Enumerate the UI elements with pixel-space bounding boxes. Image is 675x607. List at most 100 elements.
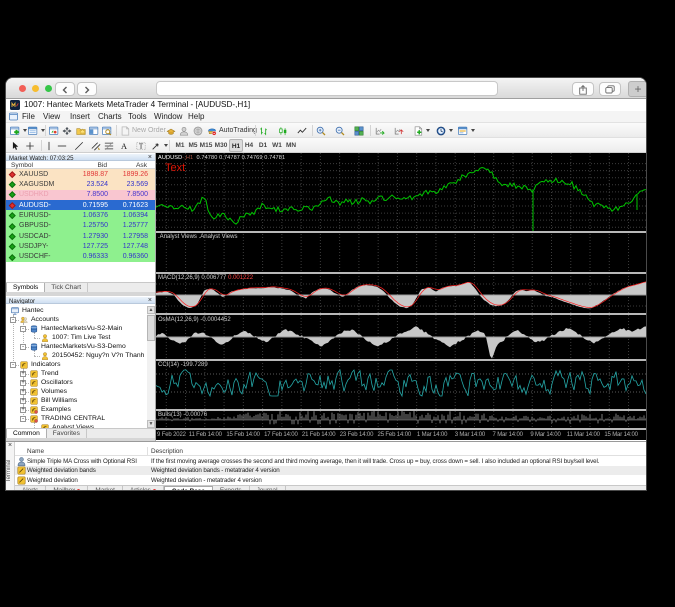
market-watch-row-usdchf[interactable]: USDCHF-0.963330.96360 (6, 252, 155, 262)
collapse-icon[interactable]: - (10, 317, 16, 323)
trendline-button[interactable] (74, 139, 84, 152)
shapes-button[interactable] (151, 139, 168, 152)
terminal-tab-experts[interactable]: Experts (213, 486, 250, 490)
bar-chart-button[interactable] (259, 124, 269, 137)
mac-titlebar[interactable]: + (6, 78, 646, 99)
tree-item-indicators[interactable]: -Indicators (6, 360, 147, 369)
tree-item-hantecmarketsvu-s2-main[interactable]: -HantecMarketsVu-S2-Main (6, 324, 147, 333)
codebase-row[interactable]: Weighted deviationWeighted deviation - m… (15, 475, 646, 485)
navigator-button[interactable] (76, 124, 86, 137)
navigator-close-icon[interactable]: × (148, 297, 152, 304)
menu-tools[interactable]: Tools (128, 112, 147, 121)
address-bar[interactable] (156, 81, 498, 96)
expand-icon[interactable]: + (20, 398, 26, 404)
terminal-button[interactable] (89, 124, 99, 137)
navigator-tab-common[interactable]: Common (6, 429, 47, 438)
tree-item-oscillators[interactable]: +Oscillators (6, 378, 147, 387)
tree-item-hantecmarketsvu-s3-demo[interactable]: -HantecMarketsVu-S3-Demo (6, 342, 147, 351)
terminal-close-icon[interactable]: × (8, 442, 12, 449)
menu-window[interactable]: Window (154, 112, 182, 121)
mql-editor-button[interactable] (166, 124, 176, 137)
tree-item-accounts[interactable]: -Accounts (6, 315, 147, 324)
tree-item-bill-williams[interactable]: +Bill Williams (6, 396, 147, 405)
chart-area[interactable]: AUDUSD-,H1 0.74780 0.74787 0.74769 0.747… (156, 153, 646, 440)
zoom-in-button[interactable] (316, 124, 326, 137)
terminal-tab-alerts[interactable]: Alerts (15, 486, 46, 490)
menu-view[interactable]: View (43, 112, 60, 121)
market-watch-row-usdcad[interactable]: USDCAD-1.279301.27958 (6, 231, 155, 241)
terminal-tab-market[interactable]: Market (88, 486, 123, 490)
templates-button[interactable] (458, 124, 475, 137)
menu-insert[interactable]: Insert (70, 112, 90, 121)
data-window-button[interactable] (62, 124, 72, 137)
market-watch-row-xagusdm[interactable]: XAGUSDM23.52423.569 (6, 179, 155, 189)
zoom-window-button[interactable] (45, 85, 52, 92)
share-button[interactable] (572, 82, 594, 96)
cursor-button[interactable] (10, 139, 20, 152)
text-button[interactable]: A (119, 139, 129, 152)
label-button[interactable]: T (136, 139, 146, 152)
tree-item-volumes[interactable]: +Volumes (6, 387, 147, 396)
indicators-button[interactable] (413, 124, 430, 137)
timeframe-h4-button[interactable]: H4 (242, 139, 256, 152)
navigator-tab-favorites[interactable]: Favorites (47, 429, 87, 438)
strategy-tester-button[interactable] (102, 124, 112, 137)
collapse-icon[interactable]: - (20, 326, 26, 332)
codebase-row[interactable]: Simple Triple MA Cross with Optional RSI… (15, 456, 646, 466)
scrollbar-thumb[interactable] (147, 315, 155, 341)
new-tab-button[interactable]: + (628, 81, 646, 97)
tree-item-trend[interactable]: +Trend (6, 369, 147, 378)
expand-icon[interactable]: + (20, 371, 26, 377)
scroll-down-icon[interactable]: ▼ (147, 420, 155, 428)
market-watch-row-audusd[interactable]: AUDUSD-0.715950.71623 (6, 200, 155, 210)
codebase-row[interactable]: Weighted deviation bandsWeighted deviati… (15, 466, 646, 476)
timeframe-h1-button[interactable]: H1 (229, 139, 243, 152)
market-watch-close-icon[interactable]: × (148, 154, 152, 161)
forward-button[interactable] (77, 82, 97, 96)
tree-item-20150452-nguy-n-v-n-thanh[interactable]: 20150452: Nguy?n V?n Thanh (6, 351, 147, 360)
crosshair-button[interactable] (25, 139, 35, 152)
minimize-window-button[interactable] (32, 85, 39, 92)
scroll-up-icon[interactable]: ▲ (147, 306, 155, 314)
tree-item-hantec[interactable]: Hantec (6, 306, 147, 315)
navigator-scrollbar[interactable]: ▲ ▼ (147, 306, 155, 428)
channel-button[interactable] (91, 139, 101, 152)
back-button[interactable] (55, 82, 75, 96)
market-watch-row-xauusd[interactable]: XAUUSD1898.871899.26 (6, 169, 155, 179)
candle-chart-button[interactable] (278, 124, 288, 137)
timeframe-m5-button[interactable]: M5 (186, 139, 200, 152)
periods-button[interactable] (436, 124, 453, 137)
show-all-tabs-button[interactable] (599, 82, 621, 96)
tree-item-examples[interactable]: +Examples (6, 405, 147, 414)
timeframe-m1-button[interactable]: M1 (173, 139, 187, 152)
market-watch-button[interactable] (49, 124, 59, 137)
market-watch-row-usdjpy[interactable]: USDJPY-127.725127.748 (6, 241, 155, 251)
expand-icon[interactable]: + (20, 389, 26, 395)
market-watch-tab-tick-chart[interactable]: Tick Chart (45, 283, 88, 292)
market-watch-row-usdhkd[interactable]: USDHKD7.85007.8500 (6, 190, 155, 200)
collapse-icon[interactable]: - (20, 344, 26, 350)
terminal-tab-articles[interactable]: Articles (123, 486, 164, 490)
collapse-icon[interactable]: - (20, 416, 26, 422)
collapse-icon[interactable]: - (10, 362, 16, 368)
tree-item-1007-tim-live-test[interactable]: 1007: Tim Live Test (6, 333, 147, 342)
menu-help[interactable]: Help (188, 112, 204, 121)
timeframe-w1-button[interactable]: W1 (270, 139, 284, 152)
market-watch-header[interactable]: Market Watch: 07:03:25 × (6, 153, 155, 161)
profiles-button[interactable] (28, 124, 45, 137)
expand-icon[interactable]: + (20, 380, 26, 386)
market-watch-tab-symbols[interactable]: Symbols (6, 283, 45, 292)
timeframe-m15-button[interactable]: M15 (199, 139, 213, 152)
timeframe-m30-button[interactable]: M30 (214, 139, 228, 152)
line-chart-button[interactable] (297, 124, 307, 137)
terminal-tab-journal[interactable]: Journal (250, 486, 286, 490)
expert-advisors-button[interactable] (179, 124, 189, 137)
timeframe-d1-button[interactable]: D1 (256, 139, 270, 152)
text-annotation[interactable]: Text (165, 162, 185, 174)
new-chart-button[interactable] (10, 124, 27, 137)
chart-shift-button[interactable] (394, 124, 404, 137)
tile-windows-button[interactable] (354, 124, 364, 137)
zoom-out-button[interactable] (335, 124, 345, 137)
market-watch-row-gbpusd[interactable]: GBPUSD-1.257501.25777 (6, 221, 155, 231)
market-watch-row-eurusd[interactable]: EURUSD-1.063761.06394 (6, 210, 155, 220)
